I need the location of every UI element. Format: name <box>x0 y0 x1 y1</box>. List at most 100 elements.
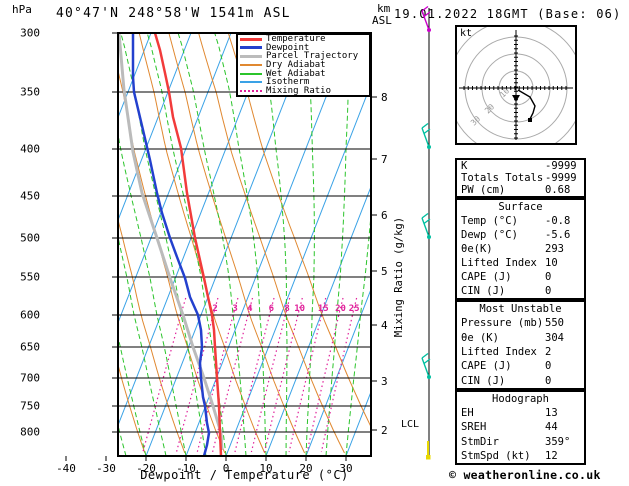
mixing-ratio-line <box>142 297 187 453</box>
wet-adiabat-line <box>24 33 106 456</box>
mixing-ratio-line <box>212 297 254 453</box>
legend-line-sample <box>240 72 262 75</box>
wind-barb <box>421 212 431 239</box>
hodograph-end-marker <box>528 118 532 122</box>
isotherm-line <box>118 33 232 325</box>
panel-row: Temp (°C) -0.8 <box>457 214 584 228</box>
panel-row-value: 293 <box>545 242 564 255</box>
pressure-axis-unit: hPa <box>12 3 32 16</box>
panel-row-label: Lifted Index <box>461 256 537 269</box>
panel-row: Pressure (mb) 550 <box>457 316 584 330</box>
pressure-tick-label: 300 <box>20 27 40 40</box>
panel-row-label: CAPE (J) <box>461 270 512 283</box>
panel-row-value: -9999 <box>545 171 577 184</box>
dry-adiabat-line <box>118 362 146 454</box>
mixing-ratio-line <box>306 297 344 453</box>
pressure-tick-label: 350 <box>20 86 40 99</box>
panel-row-value: 0 <box>545 360 552 373</box>
mixing-ratio-line <box>196 297 239 453</box>
panel-row: θe(K) 293 <box>457 242 584 256</box>
wet-adiabat-line <box>0 33 66 456</box>
wet-adiabat-line <box>146 33 227 456</box>
dry-adiabat-line <box>0 33 25 453</box>
panel-row-value: 10 <box>545 256 558 269</box>
mixing-ratio-label: 6 <box>269 304 274 314</box>
pressure-tick-label: 500 <box>20 232 40 245</box>
pressure-tick-label: 750 <box>20 400 40 413</box>
isotherm-line <box>0 33 31 456</box>
panel-row-label: EH <box>461 407 474 420</box>
panel-row: Totals Totals -9999 <box>457 172 584 184</box>
panel-row-value: 0 <box>545 374 552 387</box>
dry-adiabat-line <box>0 33 65 453</box>
legend-item: Mixing Ratio <box>238 86 369 95</box>
pressure-tick-label: 700 <box>20 372 40 385</box>
legend-line-sample <box>240 54 262 58</box>
data-panel: Hodograph EH 13 SREH 44 StmDir 359° StmSpd (kt)… <box>455 390 586 465</box>
panel-row: SREH 44 <box>457 420 584 434</box>
panel-row-value: 0 <box>545 270 552 283</box>
panel-header-label: Surface <box>498 200 543 213</box>
panel-row: StmDir 359° <box>457 435 584 449</box>
panel-header: Hodograph <box>457 392 584 406</box>
altitude-tick-label: 8 <box>381 91 388 104</box>
mixing-ratio-label: 3 <box>232 304 237 314</box>
mixing-ratio-line <box>288 297 327 453</box>
mixing-ratio-label: 15 <box>318 304 329 314</box>
panel-row: θe (K) 304 <box>457 331 584 345</box>
wind-barb <box>421 122 431 149</box>
dry-adiabat-line <box>118 68 226 454</box>
panel-row: EH 13 <box>457 406 584 420</box>
panel-header: Surface <box>457 200 584 214</box>
datetime-label: 19.01.2022 18GMT (Base: 06) <box>394 7 622 21</box>
panel-row: CIN (J) 0 <box>457 374 584 388</box>
panel-row-label: StmDir <box>461 435 499 448</box>
panel-row-label: SREH <box>461 421 487 434</box>
panel-row-value: -9999 <box>545 159 577 172</box>
panel-row-value: 2 <box>545 345 552 358</box>
data-panel: K -9999 Totals Totals -9999 PW (cm) 0.68 <box>455 158 586 198</box>
mixing-ratio-line <box>250 297 291 453</box>
panel-row: PW (cm) 0.68 <box>457 184 584 196</box>
panel-row-value: 550 <box>545 317 564 330</box>
mixing-ratio-label: 20 <box>335 304 346 314</box>
legend-line-sample <box>240 64 262 67</box>
mixing-ratio-label: 2 <box>212 304 217 314</box>
altitude-axis-unit-asl: ASL <box>372 14 392 27</box>
panel-row-label: CIN (J) <box>461 284 506 297</box>
dry-adiabat-line <box>20 33 105 453</box>
altitude-tick-label: 4 <box>381 319 388 332</box>
pressure-tick-label: 600 <box>20 309 40 322</box>
legend-line-sample <box>240 81 262 84</box>
panel-row-label: Pressure (mb) <box>461 317 544 330</box>
pressure-tick-label: 450 <box>20 190 40 203</box>
mixing-ratio-line <box>175 297 219 453</box>
panel-row: CAPE (J) 0 <box>457 270 584 284</box>
dewpoint-curve <box>131 33 211 456</box>
mixing-ratio-line <box>234 297 275 453</box>
panel-row: K -9999 <box>457 160 584 172</box>
temperature-tick-label: -40 <box>56 462 76 475</box>
isotherm-line <box>118 33 192 222</box>
panel-row-label: CAPE (J) <box>461 360 512 373</box>
panel-row: CIN (J) 0 <box>457 284 584 298</box>
pressure-tick-label: 400 <box>20 143 40 156</box>
panel-row-label: StmSpd (kt) <box>461 449 531 462</box>
legend-line-sample <box>240 37 262 41</box>
wet-adiabat-line <box>8 33 86 456</box>
pressure-tick-label: 550 <box>20 271 40 284</box>
legend-line-sample <box>240 89 262 92</box>
wet-adiabat-line <box>0 33 6 456</box>
wet-adiabat-line <box>118 235 167 456</box>
hodograph-unit-label: kt <box>460 28 473 39</box>
panel-row-value: 44 <box>545 421 558 434</box>
panel-row-value: 13 <box>545 407 558 420</box>
wet-adiabat-line <box>118 335 147 456</box>
page-title: 40°47'N 248°58'W 1541m ASL <box>56 6 291 21</box>
panel-row-label: PW (cm) <box>461 183 506 196</box>
mixing-ratio-label: 25 <box>349 304 360 314</box>
lcl-marker-label: LCL <box>401 419 420 430</box>
panel-row-label: θe(K) <box>461 242 493 255</box>
panel-row-value: -5.6 <box>545 228 571 241</box>
legend: Temperature Dewpoint Parcel Trajectory Dry … <box>236 33 371 97</box>
